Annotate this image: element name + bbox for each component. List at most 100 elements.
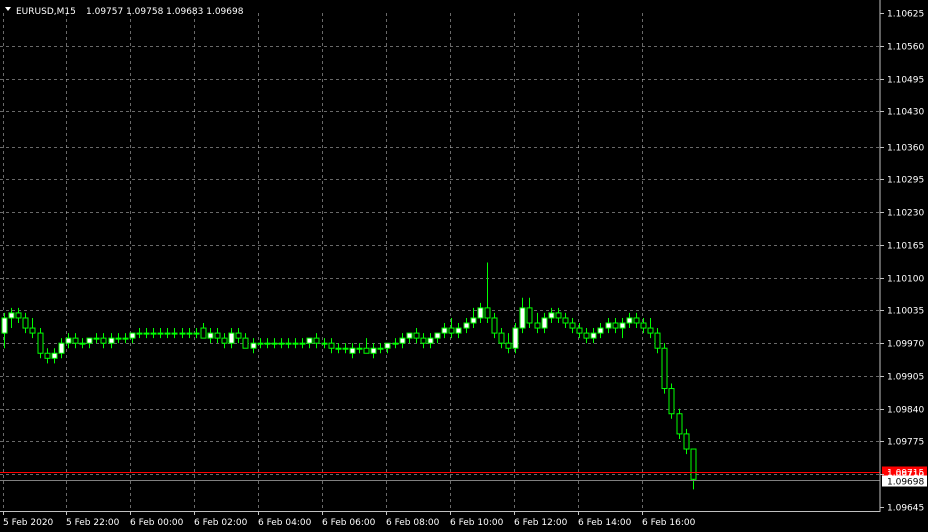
time-label: 6 Feb 06:00 <box>322 518 376 528</box>
candle-body <box>129 332 136 339</box>
candle-body <box>157 332 164 335</box>
candle-body <box>207 332 214 339</box>
candle-body <box>285 342 292 345</box>
chart-header: EURUSD,M15 1.09757 1.09758 1.09683 1.096… <box>5 7 244 17</box>
candle-body <box>526 307 533 324</box>
candle-body <box>491 317 498 334</box>
candle-body <box>633 317 640 324</box>
candle-body <box>683 433 690 450</box>
candle-body <box>150 332 157 335</box>
candle-body <box>463 322 470 329</box>
candle-body <box>512 327 519 349</box>
price-label: 1.09905 <box>887 373 924 383</box>
candle-body <box>122 337 129 340</box>
candle-body <box>676 413 683 435</box>
price-label: 1.09710 <box>887 471 924 481</box>
candle-body <box>661 347 668 390</box>
price-label: 1.10360 <box>887 144 924 154</box>
candle-body <box>250 342 257 349</box>
candle-body <box>690 448 697 480</box>
time-label: 6 Feb 00:00 <box>130 518 184 528</box>
price-label: 1.10100 <box>887 275 924 285</box>
candle-body <box>29 327 36 334</box>
candle-body <box>321 342 328 345</box>
price-label: 1.10625 <box>887 10 924 20</box>
ohlc-values: 1.09757 1.09758 1.09683 1.09698 <box>86 7 244 17</box>
candle-body <box>377 347 384 350</box>
candle-body <box>58 342 65 354</box>
candle-body <box>271 342 278 345</box>
candle-body <box>555 312 562 319</box>
candle-body <box>406 332 413 339</box>
candle-body <box>569 322 576 329</box>
time-label: 6 Feb 02:00 <box>194 518 248 528</box>
candle-body <box>434 332 441 339</box>
price-label: 1.10560 <box>887 43 924 53</box>
candlestick-chart[interactable]: 1.097151.09698 1.106251.105601.104951.10… <box>0 0 928 532</box>
candle-body <box>505 342 512 349</box>
candle-body <box>441 327 448 334</box>
time-label: 6 Feb 04:00 <box>258 518 312 528</box>
candle-body <box>313 337 320 344</box>
time-label: 6 Feb 10:00 <box>450 518 504 528</box>
candle-body <box>8 312 15 319</box>
candle-body <box>221 337 228 344</box>
candle-body <box>200 327 207 339</box>
price-label: 1.09645 <box>887 504 924 514</box>
candle-body <box>668 388 675 415</box>
candle-body <box>264 342 271 345</box>
candle-body <box>392 342 399 345</box>
candle-body <box>541 317 548 329</box>
candle-body <box>654 332 661 349</box>
candle-body <box>484 307 491 319</box>
candle-body <box>143 332 150 335</box>
candle-body <box>179 332 186 335</box>
candle-body <box>612 322 619 329</box>
time-label: 6 Feb 12:00 <box>514 518 568 528</box>
candle-body <box>413 332 420 339</box>
candle-body <box>65 337 72 344</box>
price-label: 1.10230 <box>887 209 924 219</box>
price-label: 1.10165 <box>887 242 924 252</box>
candle-body <box>100 337 107 344</box>
candle <box>661 343 668 394</box>
candle-body <box>257 342 264 345</box>
candle-body <box>583 332 590 339</box>
candle-body <box>370 347 377 354</box>
candle <box>668 383 675 419</box>
candle-body <box>51 352 58 359</box>
candle-body <box>72 337 79 344</box>
price-label: 1.09775 <box>887 438 924 448</box>
candle-body <box>115 337 122 340</box>
candle-body <box>384 342 391 349</box>
candle-body <box>108 337 115 344</box>
candle-body <box>93 337 100 340</box>
candle-body <box>306 337 313 344</box>
candle-body <box>470 317 477 324</box>
candle-body <box>86 337 93 344</box>
symbol-label: EURUSD,M15 <box>16 7 76 17</box>
candle-body <box>164 332 171 335</box>
candle-body <box>335 347 342 350</box>
candle-body <box>193 332 200 335</box>
candle-body <box>640 322 647 329</box>
candle-body <box>548 312 555 319</box>
candle-body <box>420 337 427 344</box>
candle-body <box>534 322 541 329</box>
candle-body <box>342 347 349 350</box>
candle-body <box>455 327 462 334</box>
candle-body <box>79 342 86 345</box>
candle-body <box>171 332 178 335</box>
candle-body <box>399 337 406 344</box>
candle-body <box>562 317 569 324</box>
chart-window[interactable]: 1.09715 1.09698 1.10625 1.10560 1.10495 1.10… <box>0 0 928 532</box>
candle-body <box>427 337 434 344</box>
price-label: 1.09970 <box>887 340 924 350</box>
candle-body <box>349 347 356 354</box>
candle-body <box>626 317 633 324</box>
candle-body <box>498 332 505 344</box>
candle-body <box>448 327 455 334</box>
candle-body <box>292 342 299 345</box>
candle-body <box>1 317 8 334</box>
candle-body <box>235 332 242 339</box>
